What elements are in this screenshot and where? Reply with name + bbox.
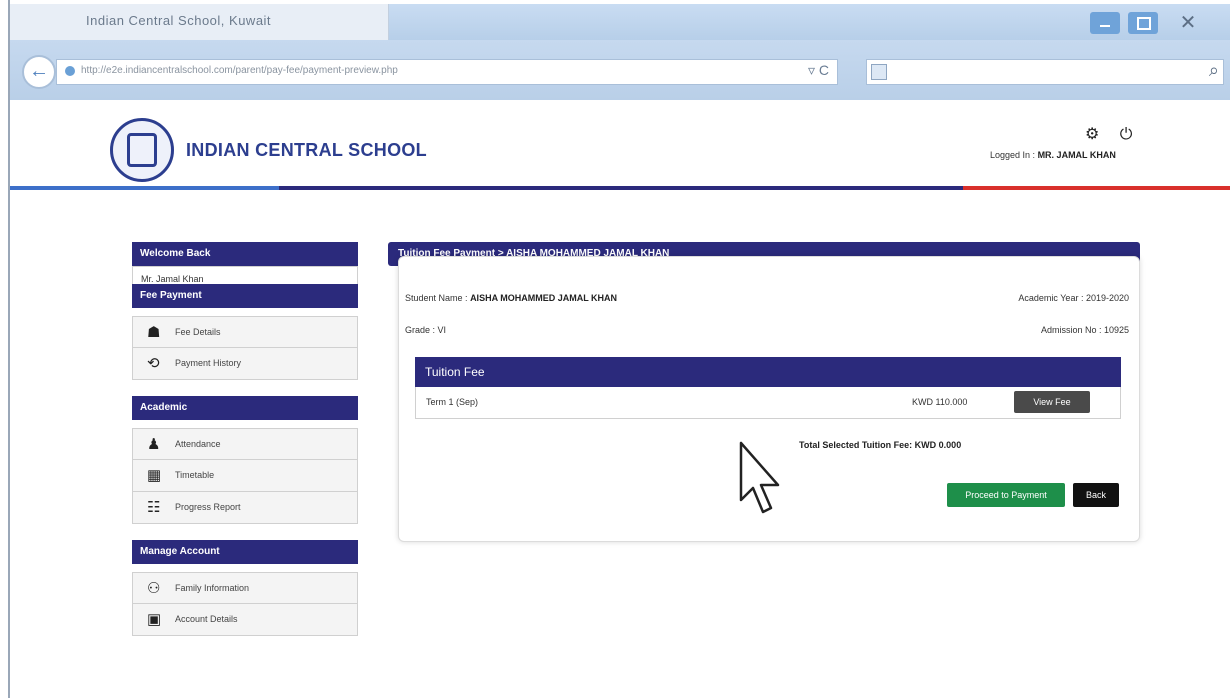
sidebar-item-fee-details[interactable]: ☗ Fee Details bbox=[132, 316, 358, 348]
browser-tab[interactable]: Indian Central School, Kuwait bbox=[10, 4, 389, 40]
school-logo bbox=[110, 118, 174, 182]
sidebar-item-label: Attendance bbox=[175, 439, 221, 449]
header-stripe bbox=[10, 186, 1230, 190]
logged-in-info: Logged In : MR. JAMAL KHAN bbox=[990, 150, 1116, 160]
sidebar-item-progress-report[interactable]: ☷ Progress Report bbox=[132, 492, 358, 524]
total-selected-fee: Total Selected Tuition Fee: KWD 0.000 bbox=[799, 440, 962, 450]
grade: Grade : VI bbox=[405, 325, 447, 335]
mouse-cursor-icon bbox=[739, 441, 780, 514]
sidebar-item-label: Family Information bbox=[175, 583, 250, 593]
logged-in-user: MR. JAMAL KHAN bbox=[1037, 150, 1116, 160]
admission-number: Admission No : 10925 bbox=[1040, 325, 1129, 335]
fee-term: Term 1 (Sep) bbox=[426, 397, 479, 407]
section-academic: Academic bbox=[132, 396, 358, 420]
sidebar-item-account-details[interactable]: ▣ Account Details bbox=[132, 604, 358, 636]
sidebar-item-label: Payment History bbox=[175, 358, 242, 368]
maximize-button[interactable] bbox=[1128, 12, 1158, 34]
back-button[interactable]: ← bbox=[22, 55, 56, 89]
academic-year: Academic Year : 2019-2020 bbox=[1018, 293, 1129, 303]
family-icon: ⚇ bbox=[147, 580, 161, 597]
student-name: AISHA MOHAMMED JAMAL KHAN bbox=[470, 293, 618, 303]
student-name-label: Student Name : bbox=[405, 293, 468, 303]
header-icons: ⚙ ⏻ bbox=[1085, 124, 1148, 144]
logged-in-label: Logged In : bbox=[990, 150, 1036, 160]
back-button-main[interactable]: Back bbox=[1073, 483, 1119, 507]
search-icon[interactable]: ⌕ bbox=[1209, 60, 1219, 81]
sidebar-item-attendance[interactable]: ♟ Attendance bbox=[132, 428, 358, 460]
sidebar-item-family-information[interactable]: ⚇ Family Information bbox=[132, 572, 358, 604]
view-fee-button[interactable]: View Fee bbox=[1014, 391, 1090, 413]
timetable-icon: ▦ bbox=[147, 467, 162, 484]
settings-icon[interactable]: ⚙ bbox=[1085, 126, 1099, 143]
close-icon[interactable]: ✕ bbox=[1168, 12, 1208, 34]
sidebar-item-label: Account Details bbox=[175, 614, 238, 624]
attendance-icon: ♟ bbox=[147, 436, 161, 453]
sidebar-item-payment-history[interactable]: ⟲ Payment History bbox=[132, 348, 358, 380]
title-bar: Indian Central School, Kuwait ✕ bbox=[10, 4, 1230, 40]
sidebar-item-label: Progress Report bbox=[175, 502, 241, 512]
favicon-icon bbox=[871, 64, 887, 80]
account-icon: ▣ bbox=[147, 611, 162, 628]
table-row: Term 1 (Sep) KWD 110.000 View Fee bbox=[415, 387, 1121, 419]
payment-history-icon: ⟲ bbox=[147, 355, 160, 372]
student-name-row: Student Name : AISHA MOHAMMED JAMAL KHAN bbox=[405, 293, 617, 303]
sidebar-item-label: Fee Details bbox=[175, 327, 221, 337]
power-icon[interactable]: ⏻ bbox=[1120, 126, 1133, 143]
progress-report-icon: ☷ bbox=[147, 499, 161, 516]
fee-details-icon: ☗ bbox=[147, 324, 161, 341]
refresh-icon[interactable]: ▿ C bbox=[808, 62, 829, 79]
sidebar-item-label: Timetable bbox=[175, 470, 215, 480]
url-field[interactable]: http://e2e.indiancentralschool.com/paren… bbox=[56, 59, 838, 85]
section-fee-payment: Fee Payment bbox=[132, 284, 358, 308]
site-header: INDIAN CENTRAL SCHOOL ⚙ ⏻ Logged In : MR… bbox=[10, 100, 1230, 192]
proceed-to-payment-button[interactable]: Proceed to Payment bbox=[947, 483, 1065, 507]
fee-amount: KWD 110.000 bbox=[912, 397, 968, 407]
minimize-button[interactable] bbox=[1090, 12, 1120, 34]
school-name: INDIAN CENTRAL SCHOOL bbox=[186, 140, 427, 160]
fee-section-header: Tuition Fee bbox=[415, 357, 1121, 387]
search-field[interactable]: ⌕ bbox=[866, 59, 1224, 85]
sidebar-item-timetable[interactable]: ▦ Timetable bbox=[132, 460, 358, 492]
section-manage-account: Manage Account bbox=[132, 540, 358, 564]
browser-window: Indian Central School, Kuwait ✕ ← http:/… bbox=[8, 0, 1230, 698]
site-icon bbox=[65, 66, 75, 76]
url-text: http://e2e.indiancentralschool.com/paren… bbox=[81, 65, 398, 76]
tab-title: Indian Central School, Kuwait bbox=[86, 13, 272, 28]
address-bar: ← http://e2e.indiancentralschool.com/par… bbox=[10, 40, 1230, 100]
welcome-heading: Welcome Back bbox=[132, 242, 358, 266]
